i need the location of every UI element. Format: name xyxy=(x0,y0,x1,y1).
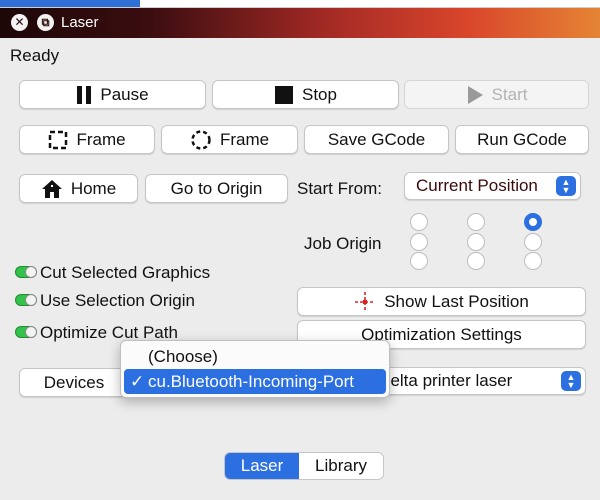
origin-top-left-radio[interactable] xyxy=(410,213,428,231)
port-popup-menu: (Choose) ✓ cu.Bluetooth-Incoming-Port xyxy=(120,340,390,398)
origin-top-right-radio[interactable] xyxy=(524,213,542,231)
checkmark-icon: ✓ xyxy=(130,371,145,391)
frame-circle-label: Frame xyxy=(219,129,270,149)
restore-icon[interactable]: ⧉ xyxy=(37,14,54,31)
stop-label: Stop xyxy=(302,84,337,104)
origin-top-center-radio[interactable] xyxy=(467,213,485,231)
save-gcode-button[interactable]: Save GCode xyxy=(304,125,449,154)
origin-middle-left-radio[interactable] xyxy=(410,233,428,251)
show-last-position-button[interactable]: Show Last Position xyxy=(297,287,586,316)
start-from-select[interactable]: Current Position ▲ ▼ xyxy=(404,172,581,200)
device-value: delta printer laser xyxy=(381,371,513,390)
cut-selected-graphics-toggle[interactable] xyxy=(15,266,37,278)
browser-top-strip xyxy=(0,0,600,8)
stop-button[interactable]: Stop xyxy=(212,80,399,109)
stop-icon xyxy=(274,85,294,105)
chevron-updown-icon: ▲ ▼ xyxy=(561,371,581,391)
frame-rect-label: Frame xyxy=(76,129,126,149)
port-option-choose[interactable]: (Choose) xyxy=(124,344,386,369)
home-icon xyxy=(41,179,63,199)
pause-button[interactable]: Pause xyxy=(19,80,206,109)
pause-icon xyxy=(76,85,92,105)
window-titlebar: ✕ ⧉ Laser xyxy=(0,8,600,38)
job-origin-label: Job Origin xyxy=(304,234,382,253)
devices-button[interactable]: Devices xyxy=(19,368,129,397)
show-last-position-label: Show Last Position xyxy=(384,291,529,311)
frame-circle-button[interactable]: Frame xyxy=(161,125,298,154)
browser-tab-stub xyxy=(0,0,140,7)
origin-bottom-right-radio[interactable] xyxy=(524,252,542,270)
window-title: Laser xyxy=(61,14,99,31)
go-to-origin-button[interactable]: Go to Origin xyxy=(145,174,288,203)
pause-label: Pause xyxy=(100,84,149,104)
origin-bottom-center-radio[interactable] xyxy=(467,252,485,270)
cut-selected-graphics-label: Cut Selected Graphics xyxy=(40,263,211,282)
frame-rect-icon xyxy=(48,130,68,150)
bottom-tab-bar: Laser Library xyxy=(224,452,384,480)
optimize-cut-path-toggle[interactable] xyxy=(15,326,37,338)
frame-circle-icon xyxy=(190,129,212,151)
tab-laser[interactable]: Laser xyxy=(225,453,299,479)
origin-bottom-left-radio[interactable] xyxy=(410,252,428,270)
play-icon xyxy=(466,85,484,105)
frame-rect-button[interactable]: Frame xyxy=(19,125,155,154)
run-gcode-button[interactable]: Run GCode xyxy=(455,125,589,154)
home-label: Home xyxy=(70,178,117,198)
home-button[interactable]: Home xyxy=(19,174,138,203)
origin-middle-center-radio[interactable] xyxy=(467,233,485,251)
tab-library[interactable]: Library xyxy=(299,453,383,479)
chevron-updown-icon: ▲ ▼ xyxy=(556,176,576,196)
start-button[interactable]: Start xyxy=(404,80,589,109)
port-option-bluetooth-label: cu.Bluetooth-Incoming-Port xyxy=(148,371,354,391)
origin-middle-right-radio[interactable] xyxy=(524,233,542,251)
port-option-bluetooth[interactable]: ✓ cu.Bluetooth-Incoming-Port xyxy=(124,369,386,394)
close-icon[interactable]: ✕ xyxy=(11,14,28,31)
crosshair-icon xyxy=(354,291,376,312)
start-from-value: Current Position xyxy=(416,176,538,195)
status-text: Ready xyxy=(10,46,60,65)
use-selection-origin-label: Use Selection Origin xyxy=(40,291,195,310)
start-from-label: Start From: xyxy=(297,179,383,198)
start-label: Start xyxy=(491,84,528,104)
use-selection-origin-toggle[interactable] xyxy=(15,294,37,306)
